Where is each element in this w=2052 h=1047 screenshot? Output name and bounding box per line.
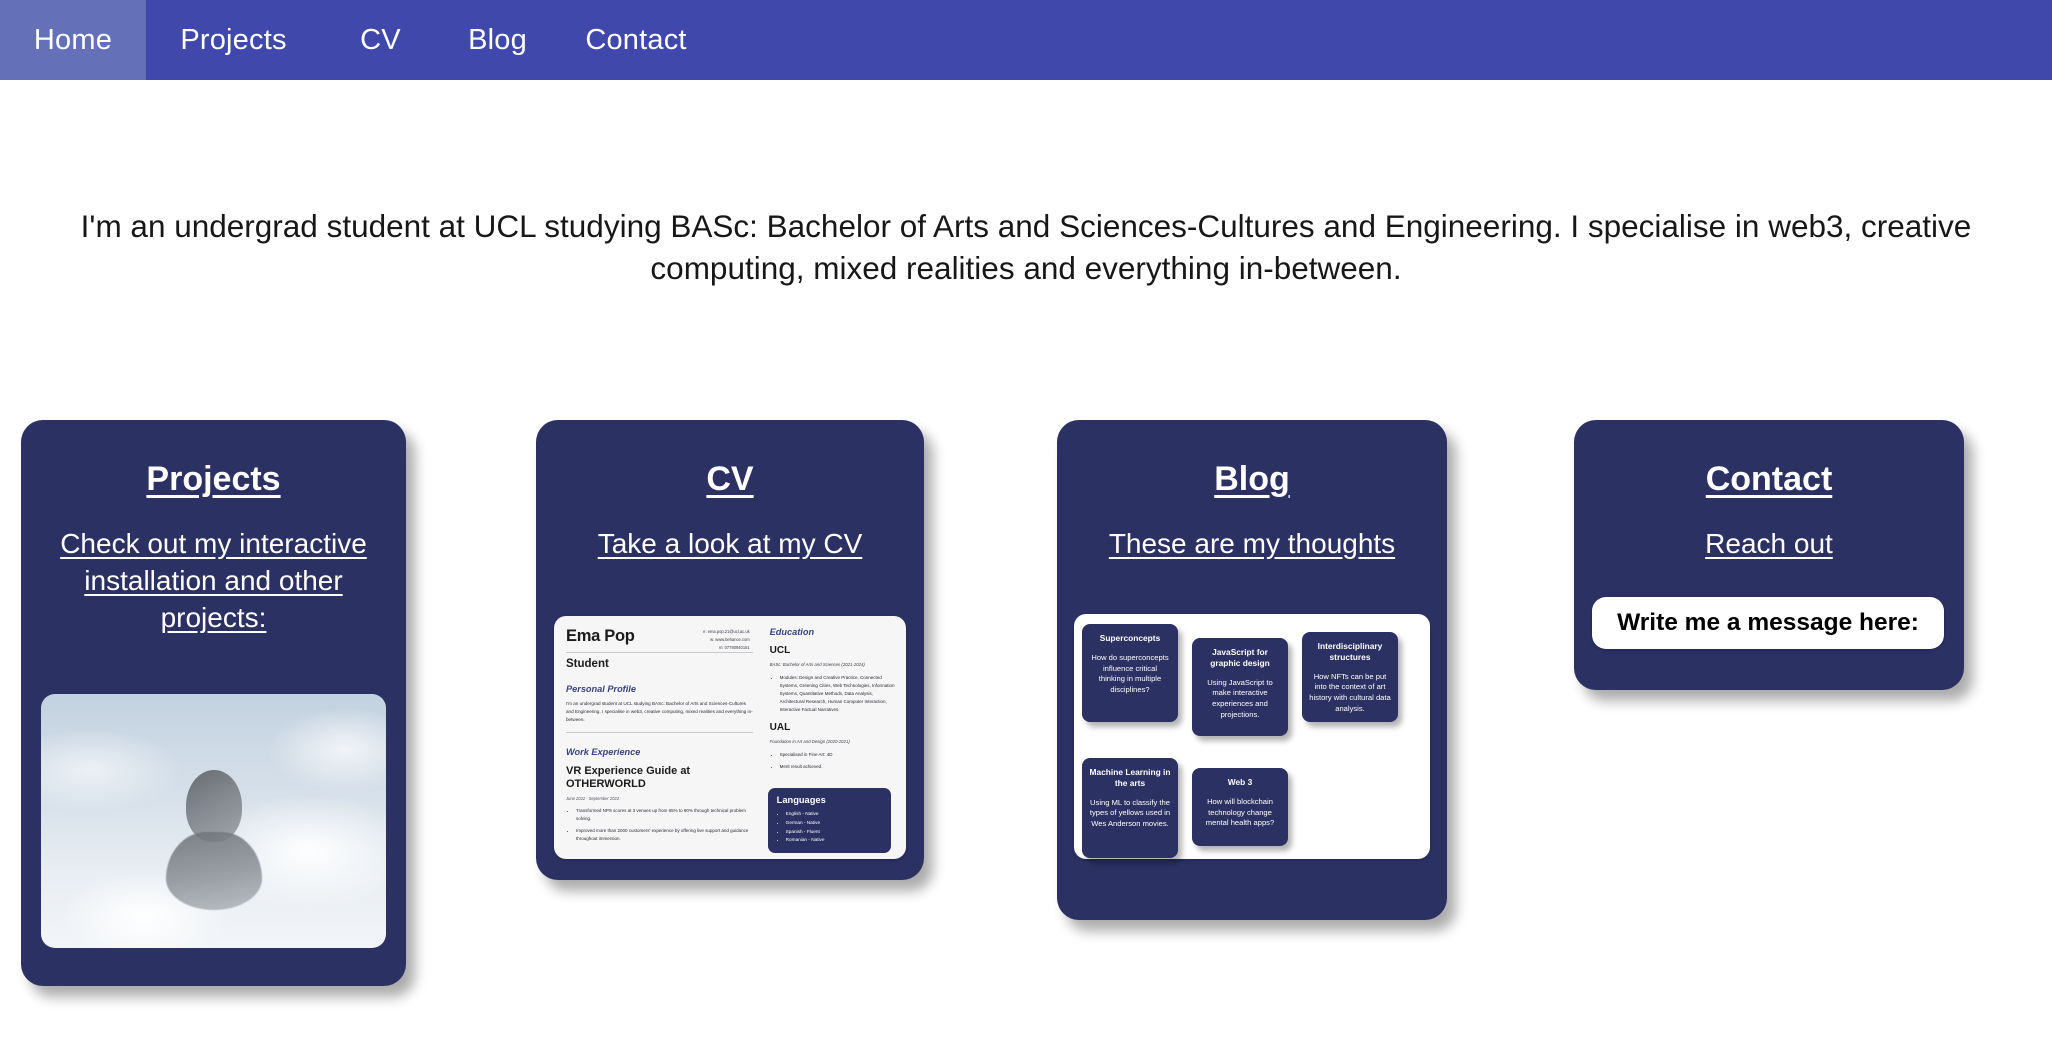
cv-thumbnail-document[interactable]: e: ema.pop.21@ucl.ac.uk w: www.behance.c…	[554, 616, 906, 859]
cv-work-experience-heading: Work Experience	[566, 746, 641, 757]
cv-education-bullets: Modules: Design and Creative Practice, C…	[780, 674, 896, 713]
cv-left-column: e: ema.pop.21@ucl.ac.uk w: www.behance.c…	[554, 616, 762, 859]
cv-languages-list: English - Native German - Native Spanish…	[786, 810, 882, 845]
nav-item-home[interactable]: Home	[0, 0, 146, 80]
card-cv[interactable]: CV Take a look at my CV e: ema.pop.21@uc…	[536, 420, 924, 880]
nav-item-cv[interactable]: CV	[334, 0, 427, 80]
cv-contact-details: e: ema.pop.21@ucl.ac.uk w: www.behance.c…	[703, 628, 750, 653]
blog-tile-title: Superconcepts	[1099, 633, 1161, 643]
cv-education-institution: UAL	[769, 721, 791, 733]
card-contact-subtitle[interactable]: Reach out	[1574, 525, 1964, 562]
blog-tile-title: Machine Learning in the arts	[1089, 767, 1171, 788]
cv-mobile: m: 07780940151	[718, 645, 750, 651]
blog-tile-title: Web 3	[1227, 777, 1253, 787]
blog-tile[interactable]: JavaScript for graphic design Using Java…	[1192, 638, 1288, 736]
blog-tile-row: Superconcepts How do superconcepts influ…	[1082, 624, 1422, 736]
nav-item-blog[interactable]: Blog	[449, 0, 546, 80]
blog-tile[interactable]: Superconcepts How do superconcepts influ…	[1082, 624, 1178, 722]
blog-tile-row: Machine Learning in the arts Using ML to…	[1082, 758, 1422, 858]
cv-web: w: www.behance.com	[710, 637, 750, 643]
blog-tile-desc: Using ML to classify the types of yellow…	[1089, 797, 1171, 829]
blog-tile[interactable]: Web 3 How will blockchain technology cha…	[1192, 768, 1288, 846]
cv-job-title: VR Experience Guide at OTHERWORLD	[566, 764, 691, 790]
cv-education-detail: BASc: Bachelor of Arts and Sciences (202…	[769, 662, 865, 667]
card-blog-subtitle[interactable]: These are my thoughts	[1057, 525, 1447, 562]
blog-thumbnail-panel[interactable]: Superconcepts How do superconcepts influ…	[1074, 614, 1430, 859]
card-contact[interactable]: Contact Reach out Write me a message her…	[1574, 420, 1964, 690]
cv-job-dates: June 2022 - September 2022	[566, 796, 620, 802]
cv-right-column: Education UCL BASc: Bachelor of Arts and…	[762, 616, 906, 859]
cv-education-institution: UCL	[769, 645, 791, 656]
cv-education-detail: Foundation in Art and Design (2020-2021)	[769, 738, 850, 744]
blog-tile-title: Interdisciplinary structures	[1317, 641, 1383, 662]
cv-language-item: Romanian - Native	[786, 836, 882, 845]
blog-tile-desc: How do superconcepts influence critical …	[1091, 652, 1169, 695]
card-contact-title[interactable]: Contact	[1574, 460, 1964, 499]
blog-tile-desc: How will blockchain technology change me…	[1205, 796, 1275, 828]
figure-body	[165, 832, 262, 911]
cv-job-bullet: Transformed NPS scores at 3 venues up fr…	[576, 807, 753, 823]
cv-languages-box: Languages English - Native German - Nati…	[767, 788, 891, 853]
nav-label-home: Home	[33, 23, 113, 56]
cv-personal-profile-body: I'm an undergrad student at UCL studying…	[566, 701, 753, 722]
card-row: Projects Check out my interactive instal…	[0, 420, 2052, 1020]
nav-label-blog: Blog	[468, 23, 527, 56]
cloud-figure-illustration	[165, 770, 262, 920]
blog-tile[interactable]: Interdisciplinary structures How NFTs ca…	[1302, 632, 1398, 722]
cv-education-heading: Education	[769, 627, 815, 637]
blog-tile-desc: Using JavaScript to make interactive exp…	[1207, 677, 1273, 719]
cv-education-bullet: Modules: Design and Creative Practice, C…	[780, 674, 896, 713]
nav-label-cv: CV	[360, 23, 401, 56]
cv-email: e: ema.pop.21@ucl.ac.uk	[703, 629, 750, 634]
cv-language-item: English - Native	[786, 810, 882, 819]
cv-job-bullet: Improved more than 2000 customers' exper…	[576, 827, 753, 843]
blog-tile-desc: How NFTs can be put into the context of …	[1309, 671, 1391, 713]
nav-label-projects: Projects	[180, 23, 287, 56]
blog-tile-title: JavaScript for graphic design	[1210, 647, 1270, 668]
card-blog-title[interactable]: Blog	[1057, 460, 1447, 499]
projects-thumbnail-image[interactable]	[41, 694, 386, 948]
cv-education-bullets: Specialised in Fine Art: 4D Merit result…	[780, 751, 896, 771]
nav-item-contact[interactable]: Contact	[568, 0, 704, 80]
card-projects-title[interactable]: Projects	[21, 460, 406, 499]
card-projects-subtitle[interactable]: Check out my interactive installation an…	[21, 525, 406, 637]
cv-job-bullets: Transformed NPS scores at 3 venues up fr…	[576, 807, 753, 843]
cv-divider-2	[566, 731, 753, 733]
cv-languages-heading: Languages	[776, 795, 826, 806]
cv-personal-profile-heading: Personal Profile	[566, 684, 636, 694]
cv-education-bullet: Specialised in Fine Art: 4D	[780, 751, 896, 759]
nav-item-projects[interactable]: Projects	[159, 0, 308, 80]
cv-role: Student	[566, 658, 609, 670]
card-projects[interactable]: Projects Check out my interactive instal…	[21, 420, 406, 986]
main-navigation: Home Projects CV Blog Contact	[0, 0, 2052, 80]
card-blog[interactable]: Blog These are my thoughts Superconcepts…	[1057, 420, 1447, 920]
cv-language-item: Spanish - Fluent	[786, 828, 882, 837]
cv-education-bullet: Merit result achieved.	[780, 763, 896, 771]
card-cv-title[interactable]: CV	[536, 460, 924, 499]
intro-paragraph: I'm an undergrad student at UCL studying…	[80, 208, 1972, 286]
blog-tile[interactable]: Machine Learning in the arts Using ML to…	[1082, 758, 1178, 858]
nav-label-contact: Contact	[585, 23, 687, 56]
contact-message-input[interactable]: Write me a message here:	[1592, 597, 1944, 649]
contact-message-label: Write me a message here:	[1617, 609, 1919, 636]
cv-language-item: German - Native	[786, 819, 882, 828]
card-cv-subtitle[interactable]: Take a look at my CV	[536, 525, 924, 562]
